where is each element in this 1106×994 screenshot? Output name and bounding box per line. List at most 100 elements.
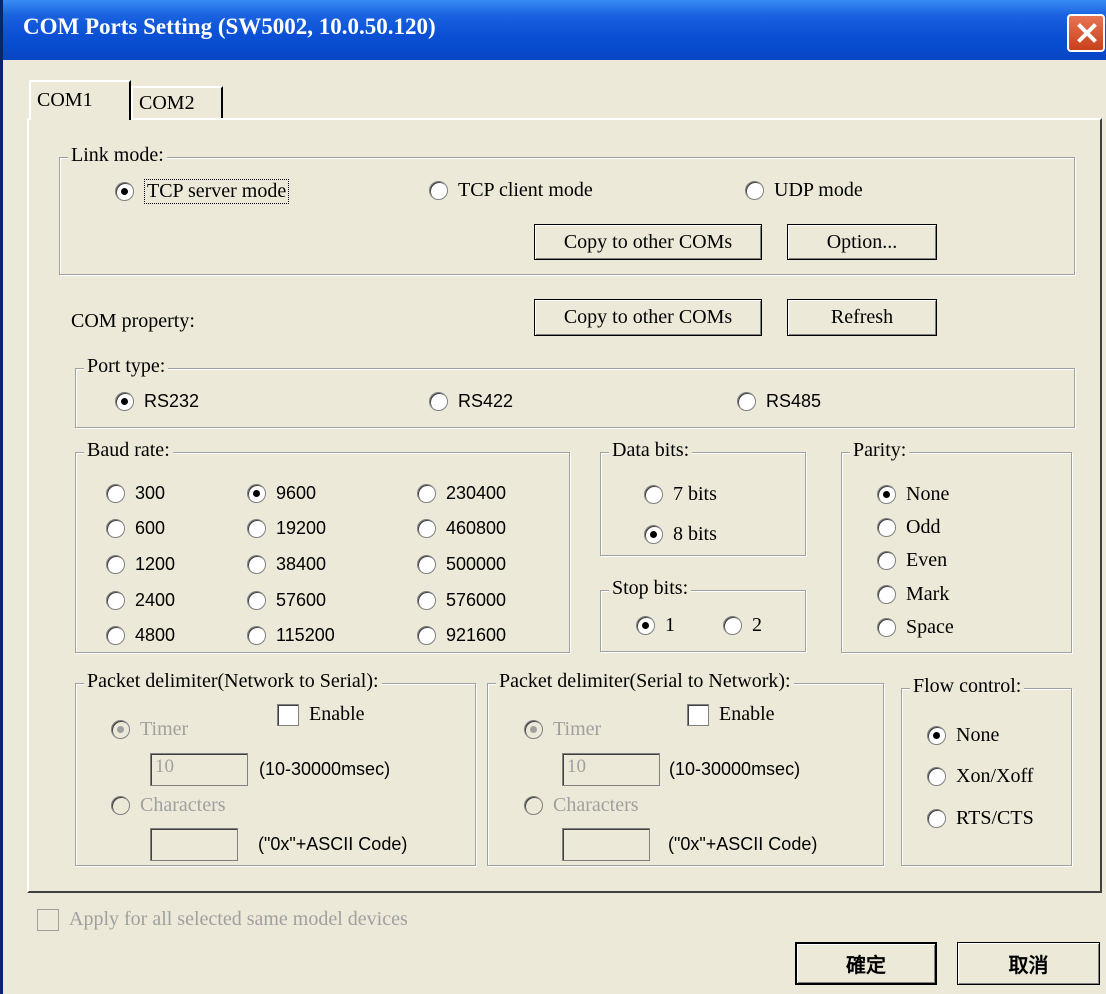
radio-button[interactable] bbox=[745, 181, 764, 200]
net-to-serial-enable-checkbox[interactable]: Enable bbox=[277, 703, 365, 726]
radio-button[interactable] bbox=[927, 809, 946, 828]
data-bits-7-radio[interactable]: 7 bits bbox=[644, 483, 717, 506]
baud-500000-radio[interactable]: 500000 bbox=[417, 554, 506, 575]
radio-button[interactable] bbox=[644, 525, 663, 544]
baud-9600-radio[interactable]: 9600 bbox=[247, 483, 316, 504]
stop-bits-2-radio[interactable]: 2 bbox=[723, 614, 762, 637]
com-copy-to-other-coms-button[interactable]: Copy to other COMs bbox=[534, 299, 762, 336]
radio-button[interactable] bbox=[247, 555, 266, 574]
apply-all-checkbox[interactable]: Apply for all selected same model device… bbox=[37, 908, 408, 931]
serial-to-net-characters-input[interactable] bbox=[562, 828, 650, 861]
radio-button[interactable] bbox=[636, 616, 655, 635]
option-button[interactable]: Option... bbox=[787, 224, 937, 260]
parity-even-radio[interactable]: Even bbox=[877, 549, 947, 572]
baud-300-radio[interactable]: 300 bbox=[106, 483, 165, 504]
radio-button[interactable] bbox=[106, 519, 125, 538]
radio-button[interactable] bbox=[877, 585, 896, 604]
checkbox[interactable] bbox=[687, 703, 709, 726]
baud-600-radio[interactable]: 600 bbox=[106, 518, 165, 539]
parity-space-label: Space bbox=[906, 616, 954, 638]
baud-4800-radio[interactable]: 4800 bbox=[106, 625, 175, 646]
net-to-serial-characters-input[interactable] bbox=[150, 828, 238, 861]
radio-button[interactable] bbox=[524, 720, 543, 739]
net-to-serial-timer-radio[interactable]: Timer bbox=[111, 718, 188, 741]
radio-button[interactable] bbox=[417, 484, 436, 503]
radio-button[interactable] bbox=[524, 796, 543, 815]
radio-button[interactable] bbox=[115, 182, 134, 201]
radio-button[interactable] bbox=[927, 726, 946, 745]
radio-button[interactable] bbox=[417, 519, 436, 538]
baud-230400-radio[interactable]: 230400 bbox=[417, 483, 506, 504]
radio-button[interactable] bbox=[111, 796, 130, 815]
parity-none-radio[interactable]: None bbox=[877, 483, 949, 506]
checkbox[interactable] bbox=[277, 703, 299, 726]
tab-com2[interactable]: COM2 bbox=[131, 86, 223, 120]
radio-button[interactable] bbox=[106, 484, 125, 503]
flow-xon-xoff-radio[interactable]: Xon/Xoff bbox=[927, 765, 1033, 788]
rs232-radio[interactable]: RS232 bbox=[115, 391, 199, 412]
stop-bits-2-label: 2 bbox=[752, 614, 762, 636]
radio-button[interactable] bbox=[111, 720, 130, 739]
radio-button[interactable] bbox=[429, 392, 448, 411]
radio-button[interactable] bbox=[247, 591, 266, 610]
radio-button[interactable] bbox=[417, 555, 436, 574]
baud-115200-radio[interactable]: 115200 bbox=[247, 625, 335, 646]
tcp-server-mode-radio[interactable]: TCP server mode bbox=[115, 179, 290, 204]
link-copy-to-other-coms-button[interactable]: Copy to other COMs bbox=[534, 224, 762, 260]
baud-921600-radio[interactable]: 921600 bbox=[417, 625, 506, 646]
ok-button[interactable]: 確定 bbox=[795, 942, 937, 985]
net-to-serial-characters-radio[interactable]: Characters bbox=[111, 794, 226, 817]
baud-1200-radio[interactable]: 1200 bbox=[106, 554, 175, 575]
rs422-radio[interactable]: RS422 bbox=[429, 391, 513, 412]
radio-button[interactable] bbox=[877, 618, 896, 637]
baud-2400-radio[interactable]: 2400 bbox=[106, 590, 175, 611]
tab-com1[interactable]: COM1 bbox=[29, 80, 131, 120]
link-mode-title: Link mode: bbox=[68, 144, 167, 167]
tcp-client-mode-radio[interactable]: TCP client mode bbox=[429, 179, 593, 202]
radio-button[interactable] bbox=[417, 591, 436, 610]
flow-rts-cts-radio[interactable]: RTS/CTS bbox=[927, 807, 1034, 830]
baud-19200-radio[interactable]: 19200 bbox=[247, 518, 326, 539]
baud-460800-radio[interactable]: 460800 bbox=[417, 518, 506, 539]
flow-none-label: None bbox=[956, 724, 1000, 746]
serial-to-net-characters-radio[interactable]: Characters bbox=[524, 794, 639, 817]
radio-button[interactable] bbox=[877, 518, 896, 537]
baud-576000-radio[interactable]: 576000 bbox=[417, 590, 506, 611]
close-icon[interactable] bbox=[1067, 14, 1105, 52]
stop-bits-1-radio[interactable]: 1 bbox=[636, 614, 675, 637]
radio-button[interactable] bbox=[429, 181, 448, 200]
radio-button[interactable] bbox=[927, 767, 946, 786]
radio-button[interactable] bbox=[247, 626, 266, 645]
flow-none-radio[interactable]: None bbox=[927, 724, 999, 747]
data-bits-8-radio[interactable]: 8 bits bbox=[644, 523, 717, 546]
udp-mode-radio[interactable]: UDP mode bbox=[745, 179, 863, 202]
radio-button[interactable] bbox=[417, 626, 436, 645]
radio-button[interactable] bbox=[723, 616, 742, 635]
rs485-radio[interactable]: RS485 bbox=[737, 391, 821, 412]
tab-com2-label: COM2 bbox=[139, 92, 195, 114]
baud-38400-radio[interactable]: 38400 bbox=[247, 554, 326, 575]
refresh-button[interactable]: Refresh bbox=[787, 299, 937, 336]
serial-to-net-enable-checkbox[interactable]: Enable bbox=[687, 703, 775, 726]
parity-mark-radio[interactable]: Mark bbox=[877, 583, 949, 606]
radio-button[interactable] bbox=[106, 555, 125, 574]
parity-odd-radio[interactable]: Odd bbox=[877, 516, 940, 539]
title-bar[interactable]: COM Ports Setting (SW5002, 10.0.50.120) bbox=[3, 0, 1106, 60]
checkbox[interactable] bbox=[37, 908, 59, 931]
parity-space-radio[interactable]: Space bbox=[877, 616, 954, 639]
net-to-serial-timer-input[interactable]: 10 bbox=[150, 753, 248, 786]
radio-button[interactable] bbox=[106, 626, 125, 645]
radio-button[interactable] bbox=[247, 519, 266, 538]
radio-button[interactable] bbox=[737, 392, 756, 411]
baud-57600-radio[interactable]: 57600 bbox=[247, 590, 326, 611]
radio-button[interactable] bbox=[115, 392, 134, 411]
serial-to-net-timer-radio[interactable]: Timer bbox=[524, 718, 601, 741]
radio-button[interactable] bbox=[247, 484, 266, 503]
radio-button[interactable] bbox=[877, 551, 896, 570]
flow-rts-cts-label: RTS/CTS bbox=[956, 807, 1034, 829]
radio-button[interactable] bbox=[106, 591, 125, 610]
radio-button[interactable] bbox=[644, 485, 663, 504]
serial-to-net-timer-input[interactable]: 10 bbox=[562, 753, 660, 786]
cancel-button[interactable]: 取消 bbox=[957, 942, 1100, 985]
radio-button[interactable] bbox=[877, 485, 896, 504]
